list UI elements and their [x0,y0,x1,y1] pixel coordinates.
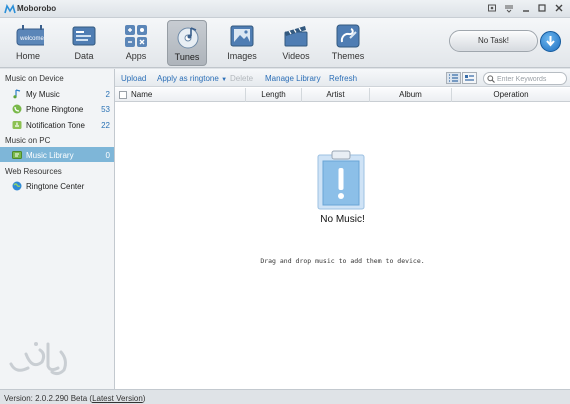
close-icon[interactable] [553,3,565,15]
detail-view-button[interactable] [462,72,477,84]
sidebar-item-count: 22 [101,121,110,130]
empty-clipboard-icon [317,150,365,210]
action-bar: Upload Apply as ringtone ▼ Delete Manage… [115,69,570,87]
home-icon: welcome [16,25,44,46]
nav-data[interactable]: Data [64,20,104,66]
list-view-icon [449,74,458,82]
dropdown-arrow-icon: ▼ [221,77,228,83]
nav-tunes[interactable]: Tunes [167,20,207,66]
search-box [483,72,567,85]
main-toolbar: welcome Home Data Apps Tunes Images Vide… [0,18,570,68]
nav-themes[interactable]: Themes [328,20,368,66]
version-label: Version: 2.0.2.290 Beta [4,394,88,403]
nav-videos[interactable]: Videos [276,20,316,66]
nav-apps[interactable]: Apps [116,20,156,66]
column-album[interactable]: Album [370,88,452,102]
title-bar: Moborobo [0,0,570,18]
download-arrow-icon [546,36,555,47]
nav-tunes-label: Tunes [174,52,200,62]
sidebar-item-count: 0 [105,151,110,160]
nav-apps-label: Apps [125,51,147,61]
menu-icon[interactable] [503,3,515,15]
music-library-icon [12,151,22,159]
sidebar-item-label: Notification Tone [26,121,85,130]
sidebar-item-label: Music Library [26,151,74,160]
themes-icon [336,24,360,48]
list-view-button[interactable] [446,72,461,84]
upload-button[interactable]: Upload [121,74,146,83]
section-web-resources: Web Resources [5,167,62,176]
images-icon [230,25,254,47]
videos-icon [284,26,308,47]
sidebar-item-label: Phone Ringtone [26,105,84,114]
sidebar-item-label: My Music [26,90,60,99]
manage-library-button[interactable]: Manage Library [265,74,321,83]
version-text: Version: 2.0.2.290 Beta (Latest Version) [4,394,146,403]
phone-icon [12,104,22,114]
skin-icon[interactable] [486,3,498,15]
watermark-logo-icon [9,342,67,376]
refresh-button[interactable]: Refresh [329,74,357,83]
apply-as-ringtone-label: Apply as ringtone [157,74,219,83]
section-music-on-pc: Music on PC [5,136,51,145]
moborobo-logo-icon [4,4,16,14]
status-bar: Version: 2.0.2.290 Beta (Latest Version) [0,389,570,404]
sidebar-item-count: 2 [105,90,110,99]
nav-data-label: Data [74,51,94,61]
column-operation[interactable]: Operation [452,88,570,102]
main-content: Upload Apply as ringtone ▼ Delete Manage… [115,69,570,389]
nav-videos-label: Videos [282,51,310,61]
sidebar-item-ringtone-center[interactable]: Ringtone Center [0,178,114,193]
detail-view-icon [465,75,474,81]
notification-bell-icon [12,121,22,129]
tunes-icon [177,27,199,49]
nav-home-label: Home [15,51,40,61]
nav-themes-label: Themes [331,51,365,61]
sidebar-item-music-library[interactable]: Music Library 0 [0,147,114,162]
search-input[interactable] [497,74,565,84]
globe-icon [12,181,22,191]
sidebar-item-notification-tone[interactable]: Notification Tone 22 [0,117,114,132]
sidebar-item-label: Ringtone Center [26,182,85,191]
nav-images-label: Images [227,51,257,61]
empty-state-hint: Drag and drop music to add them to devic… [260,257,425,265]
apply-as-ringtone-dropdown[interactable]: Apply as ringtone ▼ [157,74,227,83]
sidebar-item-my-music[interactable]: My Music 2 [0,86,114,101]
column-name[interactable]: Name [126,88,246,102]
column-length[interactable]: Length [246,88,302,102]
section-music-on-device: Music on Device [5,74,64,83]
minimize-icon[interactable] [520,3,532,15]
nav-images[interactable]: Images [222,20,262,66]
delete-button[interactable]: Delete [230,74,253,83]
table-header: Name Length Artist Album Operation [115,88,570,102]
empty-state-title: No Music! [320,214,365,225]
column-artist[interactable]: Artist [302,88,370,102]
latest-version-link[interactable]: Latest Version [92,394,143,403]
task-status-button[interactable]: No Task! [449,30,538,52]
sidebar-item-phone-ringtone[interactable]: Phone Ringtone 53 [0,101,114,116]
home-badge-text: welcome [19,36,44,42]
maximize-icon[interactable] [536,3,548,15]
apps-icon [125,25,147,47]
nav-home[interactable]: welcome Home [8,20,48,66]
download-manager-button[interactable] [540,31,561,52]
left-sidebar: Music on Device My Music 2 Phone Rington… [0,69,115,389]
data-icon [72,26,96,46]
search-icon [487,75,495,83]
app-title: Moborobo [17,4,57,13]
sidebar-item-count: 53 [101,105,110,114]
music-note-icon [13,89,21,99]
